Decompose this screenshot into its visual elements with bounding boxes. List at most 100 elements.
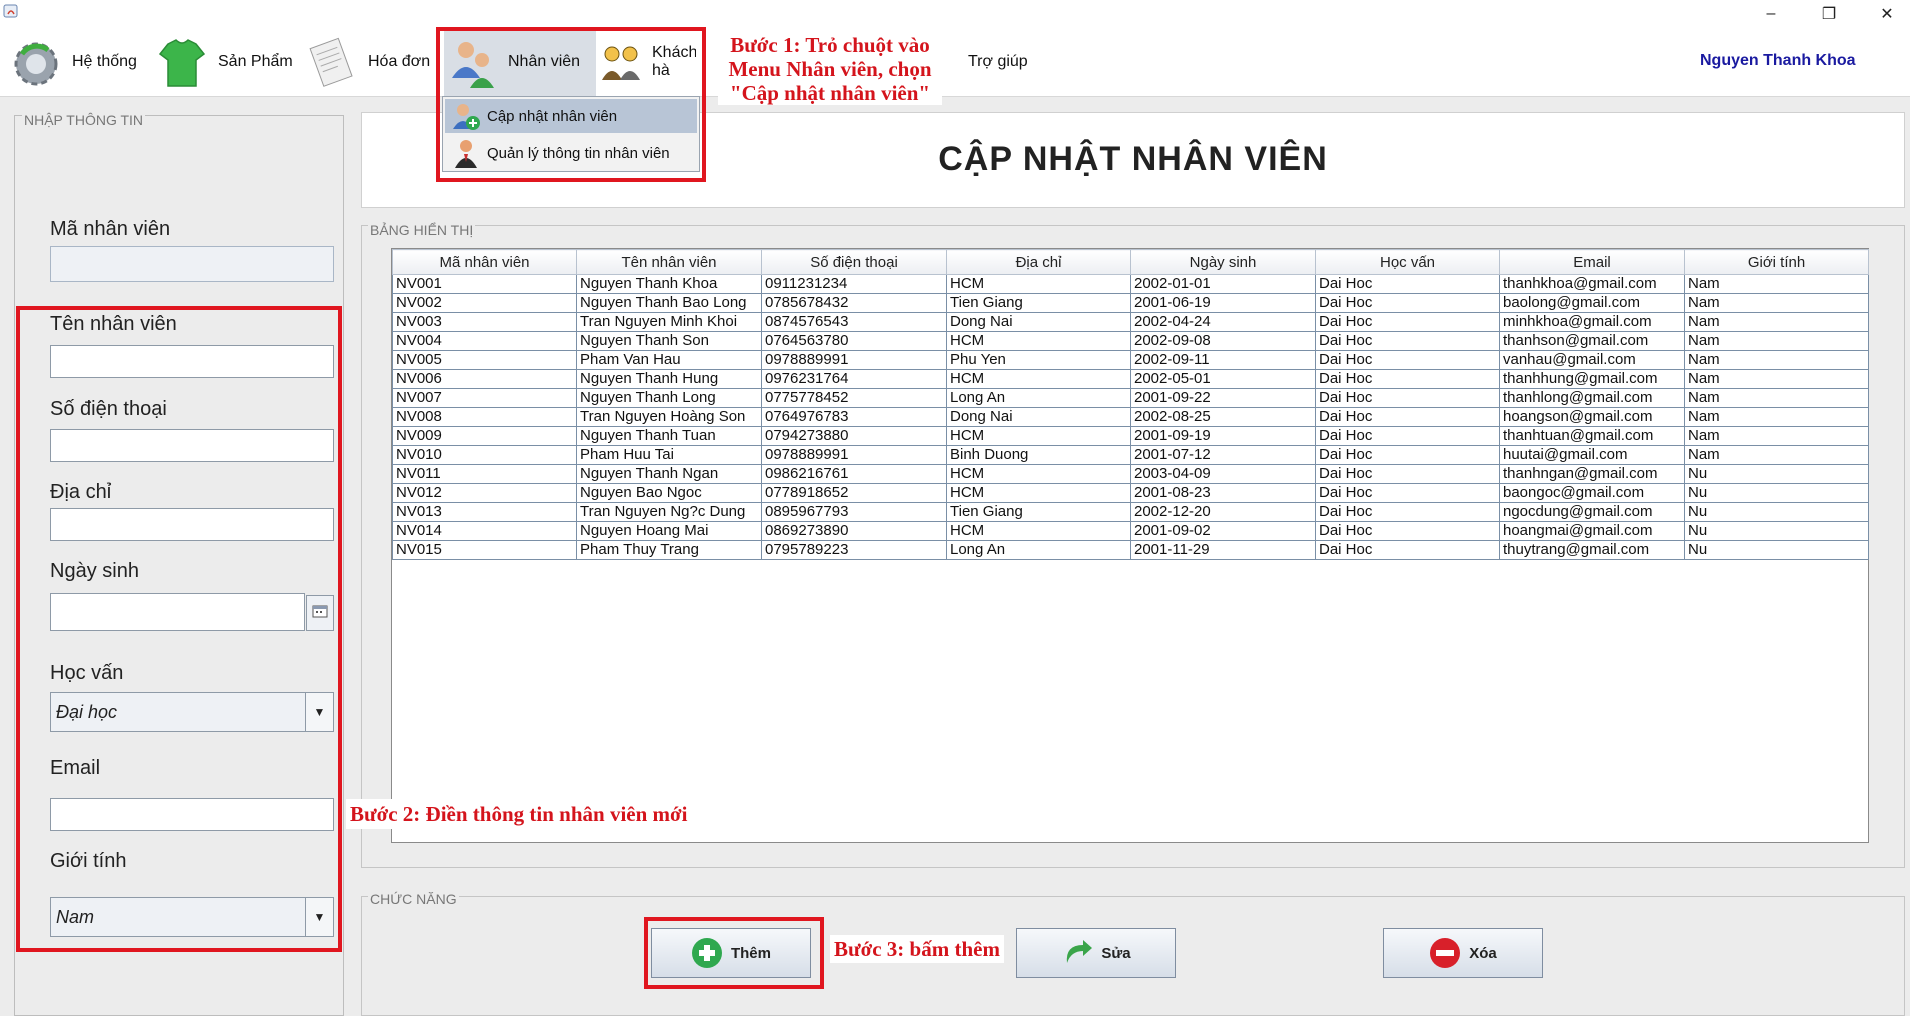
ma-nhan-vien-input[interactable] (50, 246, 334, 282)
table-row[interactable]: NV007 Nguyen Thanh Long 0775778452 Long An 2… (392, 388, 1869, 408)
table-cell: Tran Nguyen Ng?c Dung (576, 502, 762, 522)
table-cell: NV008 (392, 407, 577, 427)
employee-table-container[interactable]: Mã nhân viên Tên nhân viên Số điện thoại Đị… (391, 248, 1869, 843)
menu-label: Trợ giúp (968, 53, 1028, 70)
table-row[interactable]: NV001 Nguyen Thanh Khoa 0911231234 HCM 2002-… (392, 274, 1869, 294)
table-cell: thanhtuan@gmail.com (1499, 426, 1685, 446)
table-cell: Phu Yen (946, 350, 1131, 370)
table-cell: 0869273890 (761, 521, 947, 541)
step2-highlight-box (16, 306, 342, 952)
table-row[interactable]: NV011 Nguyen Thanh Ngan 0986216761 HCM 2003-… (392, 464, 1869, 484)
table-cell: 2001-06-19 (1130, 293, 1316, 313)
table-cell: Tien Giang (946, 502, 1131, 522)
minimize-button[interactable]: – (1748, 0, 1794, 28)
table-row[interactable]: NV012 Nguyen Bao Ngoc 0778918652 HCM 2001-08… (392, 483, 1869, 503)
menu-san-pham[interactable]: Sản Phẩm (154, 28, 302, 96)
table-cell: 0795789223 (761, 540, 947, 560)
table-cell: 0976231764 (761, 369, 947, 389)
table-cell: thanhkhoa@gmail.com (1499, 274, 1685, 294)
table-row[interactable]: NV009 Nguyen Thanh Tuan 0794273880 HCM 2001-… (392, 426, 1869, 446)
current-user-name: Nguyen Thanh Khoa (1700, 52, 1856, 69)
table-cell: 0775778452 (761, 388, 947, 408)
table-row[interactable]: NV015 Pham Thuy Trang 0795789223 Long An 200… (392, 540, 1869, 560)
table-cell: Nguyen Bao Ngoc (576, 483, 762, 503)
table-cell: Dai Hoc (1315, 483, 1500, 503)
table-cell: 0978889991 (761, 445, 947, 465)
table-cell: Nam (1684, 369, 1869, 389)
table-cell: Pham Van Hau (576, 350, 762, 370)
table-cell: 2002-08-25 (1130, 407, 1316, 427)
table-header-cell[interactable]: Ngày sinh (1130, 249, 1316, 275)
table-cell: minhkhoa@gmail.com (1499, 312, 1685, 332)
table-cell: huutai@gmail.com (1499, 445, 1685, 465)
table-row[interactable]: NV004 Nguyen Thanh Son 0764563780 HCM 2002-0… (392, 331, 1869, 351)
table-cell: Dai Hoc (1315, 312, 1500, 332)
table-header-cell[interactable]: Học vấn (1315, 249, 1500, 275)
table-cell: NV009 (392, 426, 577, 446)
table-row[interactable]: NV006 Nguyen Thanh Hung 0976231764 HCM 2002-… (392, 369, 1869, 389)
table-cell: NV012 (392, 483, 577, 503)
table-row[interactable]: NV010 Pham Huu Tai 0978889991 Binh Duong 200… (392, 445, 1869, 465)
table-cell: Tien Giang (946, 293, 1131, 313)
table-header-cell[interactable]: Địa chỉ (946, 249, 1131, 275)
table-cell: 0785678432 (761, 293, 947, 313)
table-row[interactable]: NV014 Nguyen Hoang Mai 0869273890 HCM 2001-0… (392, 521, 1869, 541)
table-cell: Nam (1684, 407, 1869, 427)
table-cell: NV003 (392, 312, 577, 332)
table-cell: Nguyen Thanh Ngan (576, 464, 762, 484)
minus-circle-icon (1429, 937, 1461, 969)
menu-label: Hệ thống (72, 53, 137, 70)
table-cell: Nam (1684, 312, 1869, 332)
table-header-cell[interactable]: Mã nhân viên (392, 249, 577, 275)
table-cell: NV005 (392, 350, 577, 370)
table-cell: 2001-09-19 (1130, 426, 1316, 446)
table-cell: Dong Nai (946, 312, 1131, 332)
table-cell: 0794273880 (761, 426, 947, 446)
table-cell: Dai Hoc (1315, 521, 1500, 541)
edit-button[interactable]: Sửa (1016, 928, 1176, 978)
table-cell: NV011 (392, 464, 577, 484)
table-header-cell[interactable]: Tên nhân viên (576, 249, 762, 275)
table-cell: Long An (946, 540, 1131, 560)
table-cell: baolong@gmail.com (1499, 293, 1685, 313)
table-cell: 2002-09-08 (1130, 331, 1316, 351)
table-cell: Dai Hoc (1315, 502, 1500, 522)
table-cell: Tran Nguyen Hoàng Son (576, 407, 762, 427)
table-header-cell[interactable]: Số điện thoại (761, 249, 947, 275)
table-cell: NV007 (392, 388, 577, 408)
table-cell: 0778918652 (761, 483, 947, 503)
delete-button[interactable]: Xóa (1383, 928, 1543, 978)
table-cell: Long An (946, 388, 1131, 408)
table-cell: Nguyen Thanh Bao Long (576, 293, 762, 313)
table-cell: NV010 (392, 445, 577, 465)
table-cell: Dai Hoc (1315, 464, 1500, 484)
table-cell: Nguyen Thanh Son (576, 331, 762, 351)
table-row[interactable]: NV005 Pham Van Hau 0978889991 Phu Yen 2002-0… (392, 350, 1869, 370)
table-row[interactable]: NV008 Tran Nguyen Hoàng Son 0764976783 Dong… (392, 407, 1869, 427)
table-cell: Tran Nguyen Minh Khoi (576, 312, 762, 332)
table-cell: NV001 (392, 274, 577, 294)
table-row[interactable]: NV003 Tran Nguyen Minh Khoi 0874576543 Dong… (392, 312, 1869, 332)
table-cell: hoangmai@gmail.com (1499, 521, 1685, 541)
close-button[interactable]: ✕ (1864, 0, 1910, 28)
table-cell: HCM (946, 331, 1131, 351)
table-cell: vanhau@gmail.com (1499, 350, 1685, 370)
table-cell: HCM (946, 274, 1131, 294)
restore-button[interactable]: ❐ (1806, 0, 1852, 28)
table-row[interactable]: NV002 Nguyen Thanh Bao Long 0785678432 Tien… (392, 293, 1869, 313)
table-cell: Nguyen Thanh Hung (576, 369, 762, 389)
table-cell: 2001-09-02 (1130, 521, 1316, 541)
table-row[interactable]: NV013 Tran Nguyen Ng?c Dung 0895967793 Tien… (392, 502, 1869, 522)
edit-button-label: Sửa (1101, 944, 1131, 962)
menu-label: Sản Phẩm (218, 53, 293, 70)
menu-he-thong[interactable]: Hệ thống (8, 28, 148, 96)
table-cell: thanhlong@gmail.com (1499, 388, 1685, 408)
menu-label: Hóa đơn (368, 53, 431, 70)
table-cell: Dai Hoc (1315, 293, 1500, 313)
table-cell: thanhhung@gmail.com (1499, 369, 1685, 389)
menu-hoa-don[interactable]: Hóa đơn (304, 28, 444, 96)
table-header-cell[interactable]: Giới tính (1684, 249, 1869, 275)
table-cell: 2003-04-09 (1130, 464, 1316, 484)
table-header-cell[interactable]: Email (1499, 249, 1685, 275)
table-cell: Dong Nai (946, 407, 1131, 427)
